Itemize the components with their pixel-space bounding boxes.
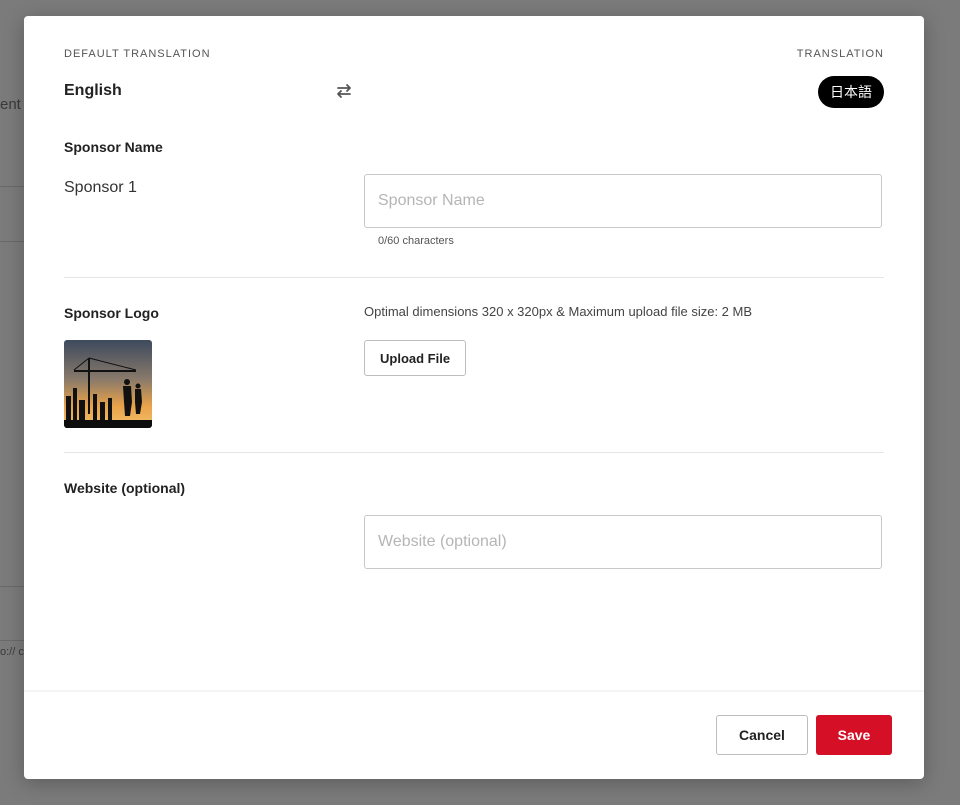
sponsor-name-source-value: Sponsor 1 — [64, 179, 137, 196]
default-translation-label: DEFAULT TRANSLATION — [64, 48, 211, 60]
sponsor-name-title: Sponsor Name — [64, 139, 163, 155]
source-language: English — [64, 82, 122, 99]
translation-label: TRANSLATION — [796, 48, 884, 60]
background-divider — [0, 241, 24, 242]
background-divider — [0, 586, 24, 587]
website-input[interactable] — [364, 515, 882, 569]
website-title: Website (optional) — [64, 480, 186, 496]
background-divider — [0, 640, 24, 641]
section-divider — [64, 452, 884, 453]
target-language-selector[interactable]: 日本語 — [818, 76, 884, 108]
modal-body: DEFAULT TRANSLATION TRANSLATION English … — [24, 16, 924, 692]
sponsor-name-char-count: 0/60 characters — [378, 235, 454, 247]
background-text-fragment: ent — [0, 96, 21, 113]
swap-arrows-icon[interactable] — [334, 82, 354, 100]
save-button[interactable]: Save — [816, 715, 892, 755]
background-text-fragment: o:// c — [0, 646, 24, 658]
upload-file-button[interactable]: Upload File — [364, 340, 467, 376]
cancel-button[interactable]: Cancel — [716, 715, 808, 755]
background-divider — [0, 186, 24, 187]
sponsor-name-input[interactable] — [364, 174, 882, 228]
footer-separator — [24, 690, 924, 692]
sponsor-logo-title: Sponsor Logo — [64, 305, 159, 321]
upload-hint: Optimal dimensions 320 x 320px & Maximum… — [364, 304, 753, 319]
translation-modal: DEFAULT TRANSLATION TRANSLATION English … — [24, 16, 924, 779]
sponsor-logo-image — [64, 340, 152, 428]
section-divider — [64, 277, 884, 278]
